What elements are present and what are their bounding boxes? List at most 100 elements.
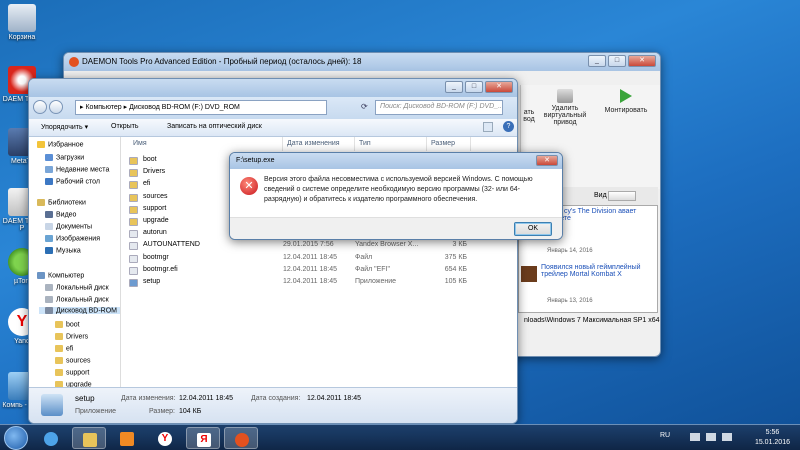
music-icon [45, 247, 53, 254]
taskbar-daemon-tools[interactable] [224, 427, 258, 449]
start-button[interactable] [4, 426, 28, 450]
file-icon [129, 230, 138, 239]
column-date[interactable]: Дата изменения [283, 137, 355, 151]
file-date: 29.01.2015 7:56 [283, 241, 334, 249]
minimize-button[interactable]: _ [445, 81, 463, 93]
folder-icon [129, 169, 138, 178]
file-icon [129, 266, 138, 275]
file-size: 375 КБ [444, 253, 467, 261]
forward-button[interactable] [49, 100, 63, 114]
help-icon[interactable]: ? [503, 121, 514, 132]
address-input[interactable]: ▸ Компьютер ▸ Дисковод BD-ROM (F:) DVD_R… [75, 100, 327, 115]
volume-icon[interactable] [722, 433, 732, 441]
close-button[interactable]: ✕ [485, 81, 513, 93]
minimize-button[interactable]: _ [588, 55, 606, 67]
details-pane: setup Приложение Дата изменения: 12.04.2… [29, 387, 517, 423]
breadcrumb-computer[interactable]: Компьютер [85, 104, 121, 111]
file-size: 654 КБ [444, 265, 467, 273]
daemon-title: DAEMON Tools Pro Advanced Edition - Проб… [82, 57, 362, 66]
column-size[interactable]: Размер [427, 137, 471, 151]
file-name: setup [143, 278, 161, 285]
nav-recent[interactable]: Недавние места [45, 166, 109, 173]
nav-sub-drivers[interactable]: Drivers [55, 333, 88, 340]
yandex-icon: Я [197, 433, 211, 447]
refresh-icon[interactable]: ⟳ [361, 102, 368, 111]
dvd-drive-icon [45, 307, 53, 314]
downloads-icon [45, 154, 53, 161]
file-row[interactable]: bootmgr.efi 12.04.2011 18:45 Файл "EFI" 654… [125, 265, 469, 277]
file-row[interactable]: setup 12.04.2011 18:45 Приложение 105 КБ [125, 277, 469, 289]
file-name: efi [143, 180, 151, 188]
folder-icon [83, 433, 97, 447]
language-indicator[interactable]: RU [660, 432, 670, 439]
nav-local-disk-2[interactable]: Локальный диск [45, 296, 109, 303]
file-date: 12.04.2011 18:45 [283, 278, 337, 285]
details-created-label: Дата создания: [251, 395, 301, 402]
taskbar-explorer[interactable] [72, 427, 106, 449]
column-type[interactable]: Тип [355, 137, 427, 151]
file-name: bootmgr [143, 253, 169, 261]
file-name: upgrade [143, 217, 169, 224]
recent-places-icon [45, 166, 53, 173]
news-item-2[interactable]: Появился новый геймплейный трейлер Morta… [541, 264, 641, 278]
file-row[interactable]: bootmgr 12.04.2011 18:45 Файл 375 КБ [125, 253, 469, 265]
taskbar-media-player[interactable] [110, 427, 144, 449]
media-player-icon [120, 432, 134, 446]
nav-music[interactable]: Музыка [45, 247, 81, 254]
nav-sub-boot[interactable]: boot [55, 321, 80, 328]
libraries-icon [37, 199, 45, 206]
file-name: boot [143, 156, 157, 163]
file-row[interactable]: AUTOUNATTEND 29.01.2015 7:56 Yandex Browse… [125, 240, 469, 252]
back-button[interactable] [33, 100, 47, 114]
taskbar-ie[interactable] [34, 427, 68, 449]
folder-icon [129, 157, 138, 165]
nav-video[interactable]: Видео [45, 211, 76, 218]
desktop-icon-recycle-bin[interactable]: Корзина [2, 4, 42, 41]
nav-documents[interactable]: Документы [45, 223, 92, 230]
nav-sub-support[interactable]: support [55, 369, 89, 376]
nav-favorites[interactable]: Избранное [37, 141, 83, 148]
nav-libraries[interactable]: Библиотеки [37, 199, 86, 206]
folder-icon [55, 357, 63, 364]
nav-images[interactable]: Изображения [45, 235, 100, 242]
tray-icon[interactable] [690, 433, 700, 441]
file-name: Drivers [143, 168, 166, 176]
nav-desktop[interactable]: Рабочий стол [45, 178, 100, 185]
close-button[interactable]: ✕ [536, 155, 558, 166]
maximize-button[interactable]: □ [608, 55, 626, 67]
search-input[interactable]: Поиск: Дисковод BD-ROM (F:) DVD_... [375, 100, 503, 115]
view-toggle[interactable] [608, 191, 636, 201]
nav-dvd-drive[interactable]: Дисковод BD-ROM [39, 307, 120, 315]
nav-computer[interactable]: Компьютер [37, 272, 84, 279]
clock[interactable]: 5:56 15.01.2016 [755, 428, 790, 448]
preview-pane-icon[interactable] [483, 122, 493, 132]
video-icon [45, 211, 53, 218]
nav-sub-sources[interactable]: sources [55, 357, 91, 364]
ok-button[interactable]: OK [514, 222, 552, 236]
folder-icon [55, 345, 63, 352]
news-date-1: Январь 14, 2016 [547, 248, 593, 254]
file-name: AUTOUNATTEND [143, 241, 200, 249]
taskbar-yandex[interactable]: Я [186, 427, 220, 449]
file-type: Yandex Browser X... [355, 241, 419, 249]
navigation-pane: Избранное Загрузки Недавние места Рабочи… [29, 137, 121, 387]
nav-local-disk-1[interactable]: Локальный диск [45, 284, 109, 291]
organize-button[interactable]: Упорядочить ▾ [41, 123, 88, 131]
details-kind: Приложение [75, 408, 117, 415]
taskbar-yandex-browser[interactable]: Y [148, 427, 182, 449]
burn-button[interactable]: Записать на оптический диск [167, 123, 262, 130]
nav-sub-efi[interactable]: efi [55, 345, 73, 352]
nav-downloads[interactable]: Загрузки [45, 154, 84, 161]
close-button[interactable]: ✕ [628, 55, 656, 67]
toolbar-partial-button[interactable]: ать вод [521, 109, 537, 123]
mount-button[interactable]: Монтировать [597, 89, 655, 114]
maximize-button[interactable]: □ [465, 81, 483, 93]
drive-remove-icon [557, 89, 573, 103]
breadcrumb-drive[interactable]: Дисковод BD-ROM (F:) DVD_ROM [129, 104, 240, 111]
play-icon [620, 89, 632, 103]
column-name[interactable]: Имя [129, 137, 283, 151]
open-button[interactable]: Открыть [111, 123, 139, 130]
network-icon[interactable] [706, 433, 716, 441]
remove-virtual-drive-button[interactable]: Удалить виртуальный привод [539, 89, 591, 126]
folder-icon [129, 193, 138, 202]
